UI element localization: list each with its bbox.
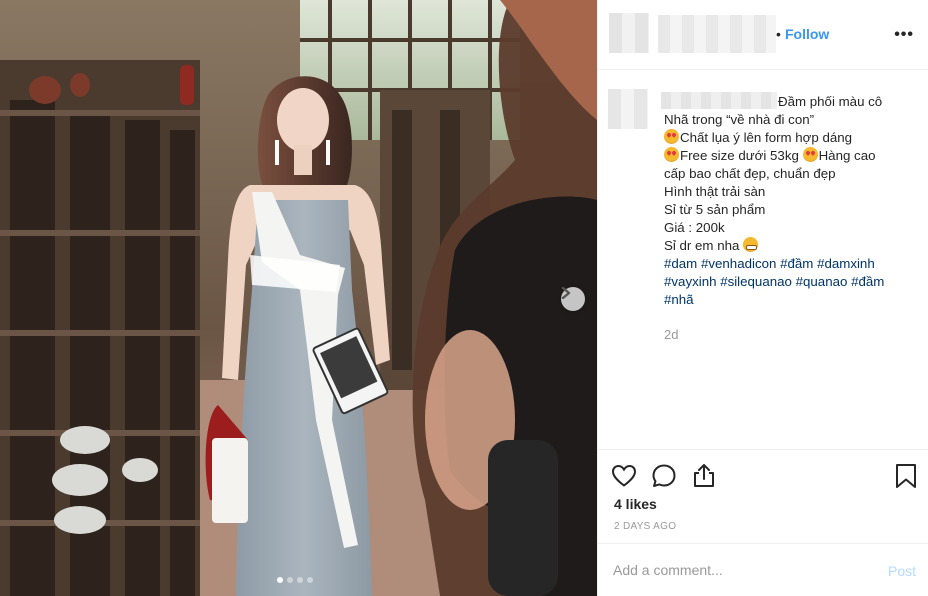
avatar[interactable] bbox=[609, 13, 649, 53]
hashtag-line: #dam #venhadicon #đầm #damxinh bbox=[664, 255, 904, 273]
caption-line: Free size dưới 53kg Hàng cao bbox=[664, 147, 904, 165]
heart-eyes-emoji bbox=[802, 147, 818, 162]
carousel-dot bbox=[307, 577, 313, 583]
follow-button[interactable]: Follow bbox=[785, 26, 829, 42]
caption-line: Nhã trong “về nhà đi con” bbox=[664, 112, 815, 127]
username-blurred[interactable] bbox=[658, 15, 776, 53]
carousel-dot bbox=[277, 577, 283, 583]
header-separator: • bbox=[776, 26, 781, 42]
post-timestamp[interactable]: 2 DAYS AGO bbox=[614, 521, 676, 532]
caption-line: Giá : 200k bbox=[664, 220, 725, 235]
hashtag-link[interactable]: #đầm bbox=[851, 274, 884, 289]
carousel-dots bbox=[277, 577, 313, 583]
caption-line: Sỉ từ 5 sản phẩm bbox=[664, 202, 766, 217]
post-header: • Follow ••• bbox=[598, 0, 928, 70]
hashtag-link[interactable]: #đầm bbox=[780, 256, 813, 271]
hashtag-link[interactable]: #nhã bbox=[664, 292, 694, 307]
caption-avatar[interactable] bbox=[608, 89, 648, 129]
hashtag-link[interactable]: #dam bbox=[664, 256, 697, 271]
caption-line: Hình thật trải sàn bbox=[664, 184, 766, 199]
caption-line: Đầm phối màu cô bbox=[778, 94, 883, 109]
likes-count[interactable]: 4 likes bbox=[614, 496, 657, 512]
post-caption: Đầm phối màu cô Nhã trong “về nhà đi con… bbox=[664, 93, 904, 309]
heart-icon[interactable] bbox=[610, 462, 638, 490]
add-comment-bar: Post bbox=[598, 543, 928, 596]
caption-line: Sỉ dr em nha bbox=[664, 237, 904, 255]
carousel-dot bbox=[287, 577, 293, 583]
comment-icon[interactable] bbox=[650, 462, 678, 490]
comment-input[interactable] bbox=[613, 559, 863, 581]
heart-eyes-emoji bbox=[664, 129, 679, 144]
hashtag-link[interactable]: #damxinh bbox=[817, 256, 875, 271]
post-photo[interactable] bbox=[0, 0, 597, 596]
grinning-emoji bbox=[743, 237, 759, 252]
hashtag-link[interactable]: #venhadicon bbox=[701, 256, 776, 271]
share-icon[interactable] bbox=[690, 462, 718, 490]
post-comment-button[interactable]: Post bbox=[888, 563, 916, 579]
caption-line: cấp bao chất đẹp, chuẩn đẹp bbox=[664, 166, 836, 181]
heart-eyes-emoji bbox=[664, 147, 679, 162]
carousel-next-button[interactable] bbox=[561, 287, 585, 311]
carousel-dot bbox=[297, 577, 303, 583]
hashtag-link[interactable]: #vayxinh bbox=[664, 274, 716, 289]
hashtag-link[interactable]: #quanao bbox=[796, 274, 848, 289]
bookmark-icon[interactable] bbox=[892, 462, 920, 490]
caption-line: Chất lụa ý lên form hợp dáng bbox=[664, 129, 904, 147]
comments-area[interactable]: Đầm phối màu cô Nhã trong “về nhà đi con… bbox=[598, 71, 928, 449]
chevron-right-icon bbox=[561, 287, 571, 299]
caption-time[interactable]: 2d bbox=[664, 327, 678, 342]
post-side-panel: • Follow ••• Đầm phối màu cô Nhã trong “… bbox=[597, 0, 928, 596]
action-bar: 4 likes 2 DAYS AGO bbox=[598, 449, 928, 542]
photo-image bbox=[0, 0, 597, 596]
hashtag-line: #vayxinh #silequanao #quanao #đầm bbox=[664, 273, 904, 291]
ellipsis-icon[interactable]: ••• bbox=[894, 26, 914, 44]
hashtag-line: #nhã bbox=[664, 291, 904, 309]
hashtag-link[interactable]: #silequanao bbox=[720, 274, 792, 289]
